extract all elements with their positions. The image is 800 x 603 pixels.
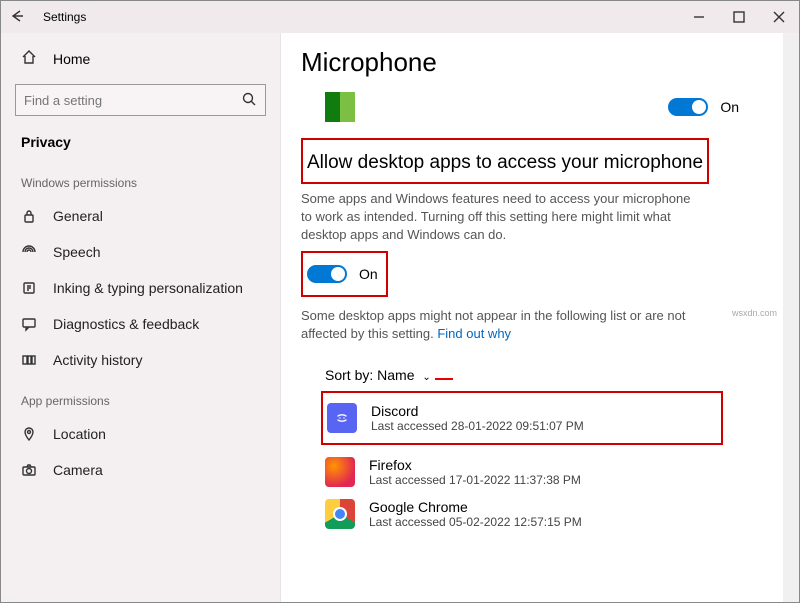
nav-general[interactable]: General bbox=[1, 198, 280, 234]
nav-item-label: General bbox=[53, 208, 103, 224]
window-title: Settings bbox=[43, 10, 86, 24]
app-row-partial: On bbox=[301, 86, 763, 128]
app-name: Discord bbox=[371, 403, 584, 419]
desktop-apps-toggle-label: On bbox=[359, 266, 378, 282]
nav-item-label: Camera bbox=[53, 462, 103, 478]
nav-item-label: Inking & typing personalization bbox=[53, 280, 243, 296]
sort-value: Name bbox=[377, 367, 414, 383]
sort-label: Sort by: bbox=[325, 367, 373, 383]
nav-item-label: Speech bbox=[53, 244, 100, 260]
nav-camera[interactable]: Camera bbox=[1, 452, 280, 488]
desktop-apps-note: Some desktop apps might not appear in th… bbox=[301, 307, 701, 343]
sidebar: Home Privacy Windows permissions General… bbox=[1, 33, 281, 602]
highlight-box-heading: Allow desktop apps to access your microp… bbox=[301, 138, 709, 184]
watermark: wsxdn.com bbox=[732, 308, 777, 318]
section-windows-permissions: Windows permissions bbox=[1, 160, 280, 198]
nav-item-label: Diagnostics & feedback bbox=[53, 316, 199, 332]
desktop-apps-desc: Some apps and Windows features need to a… bbox=[301, 190, 701, 245]
highlight-box-toggle: On bbox=[301, 251, 388, 297]
close-icon bbox=[771, 9, 787, 25]
highlight-dash bbox=[435, 378, 453, 380]
app-name: Google Chrome bbox=[369, 499, 582, 515]
minimize-button[interactable] bbox=[679, 1, 719, 33]
app-row-chrome: Google Chrome Last accessed 05-02-2022 1… bbox=[301, 493, 763, 535]
nav-speech[interactable]: Speech bbox=[1, 234, 280, 270]
toggle-label: On bbox=[720, 99, 739, 115]
camera-icon bbox=[21, 462, 39, 478]
arrow-left-icon bbox=[9, 8, 25, 24]
maximize-icon bbox=[731, 9, 747, 25]
app-last-accessed: Last accessed 28-01-2022 09:51:07 PM bbox=[371, 419, 584, 433]
chevron-down-icon: ⌄ bbox=[422, 372, 430, 383]
search-box[interactable] bbox=[15, 84, 266, 116]
find-out-why-link[interactable]: Find out why bbox=[437, 326, 511, 341]
nav-inking[interactable]: Inking & typing personalization bbox=[1, 270, 280, 306]
content-area: Microphone On Allow desktop apps to acce… bbox=[281, 33, 783, 602]
nav-activity-history[interactable]: Activity history bbox=[1, 342, 280, 378]
home-nav[interactable]: Home bbox=[1, 41, 280, 76]
desktop-apps-toggle[interactable] bbox=[307, 265, 347, 283]
app-toggle[interactable] bbox=[668, 98, 708, 116]
minimize-icon bbox=[691, 9, 707, 25]
app-row-discord: Discord Last accessed 28-01-2022 09:51:0… bbox=[323, 397, 721, 439]
app-icon-xbox bbox=[325, 92, 355, 122]
firefox-icon bbox=[325, 457, 355, 487]
category-privacy: Privacy bbox=[1, 124, 280, 160]
app-row-firefox: Firefox Last accessed 17-01-2022 11:37:3… bbox=[301, 451, 763, 493]
section-app-permissions: App permissions bbox=[1, 378, 280, 416]
nav-item-label: Location bbox=[53, 426, 106, 442]
highlight-box-discord: Discord Last accessed 28-01-2022 09:51:0… bbox=[321, 391, 723, 445]
search-input[interactable] bbox=[24, 93, 241, 108]
app-name: Firefox bbox=[369, 457, 581, 473]
home-icon bbox=[21, 49, 39, 68]
history-icon bbox=[21, 352, 39, 368]
app-last-accessed: Last accessed 17-01-2022 11:37:38 PM bbox=[369, 473, 581, 487]
sort-by[interactable]: Sort by: Name ⌄ bbox=[301, 349, 763, 389]
inking-icon bbox=[21, 280, 39, 296]
lock-icon bbox=[21, 208, 39, 224]
close-button[interactable] bbox=[759, 1, 799, 33]
titlebar: Settings bbox=[1, 1, 799, 33]
desktop-apps-heading: Allow desktop apps to access your microp… bbox=[307, 152, 703, 174]
back-button[interactable] bbox=[1, 8, 33, 27]
home-label: Home bbox=[53, 51, 90, 67]
feedback-icon bbox=[21, 316, 39, 332]
location-icon bbox=[21, 426, 39, 442]
speech-icon bbox=[21, 244, 39, 260]
nav-item-label: Activity history bbox=[53, 352, 142, 368]
page-title: Microphone bbox=[301, 47, 763, 78]
settings-window: Settings Home Privacy Windows permission… bbox=[0, 0, 800, 603]
nav-location[interactable]: Location bbox=[1, 416, 280, 452]
app-last-accessed: Last accessed 05-02-2022 12:57:15 PM bbox=[369, 515, 582, 529]
discord-icon bbox=[327, 403, 357, 433]
nav-diagnostics[interactable]: Diagnostics & feedback bbox=[1, 306, 280, 342]
chrome-icon bbox=[325, 499, 355, 529]
search-icon bbox=[241, 91, 257, 110]
maximize-button[interactable] bbox=[719, 1, 759, 33]
scrollbar[interactable] bbox=[783, 33, 799, 602]
